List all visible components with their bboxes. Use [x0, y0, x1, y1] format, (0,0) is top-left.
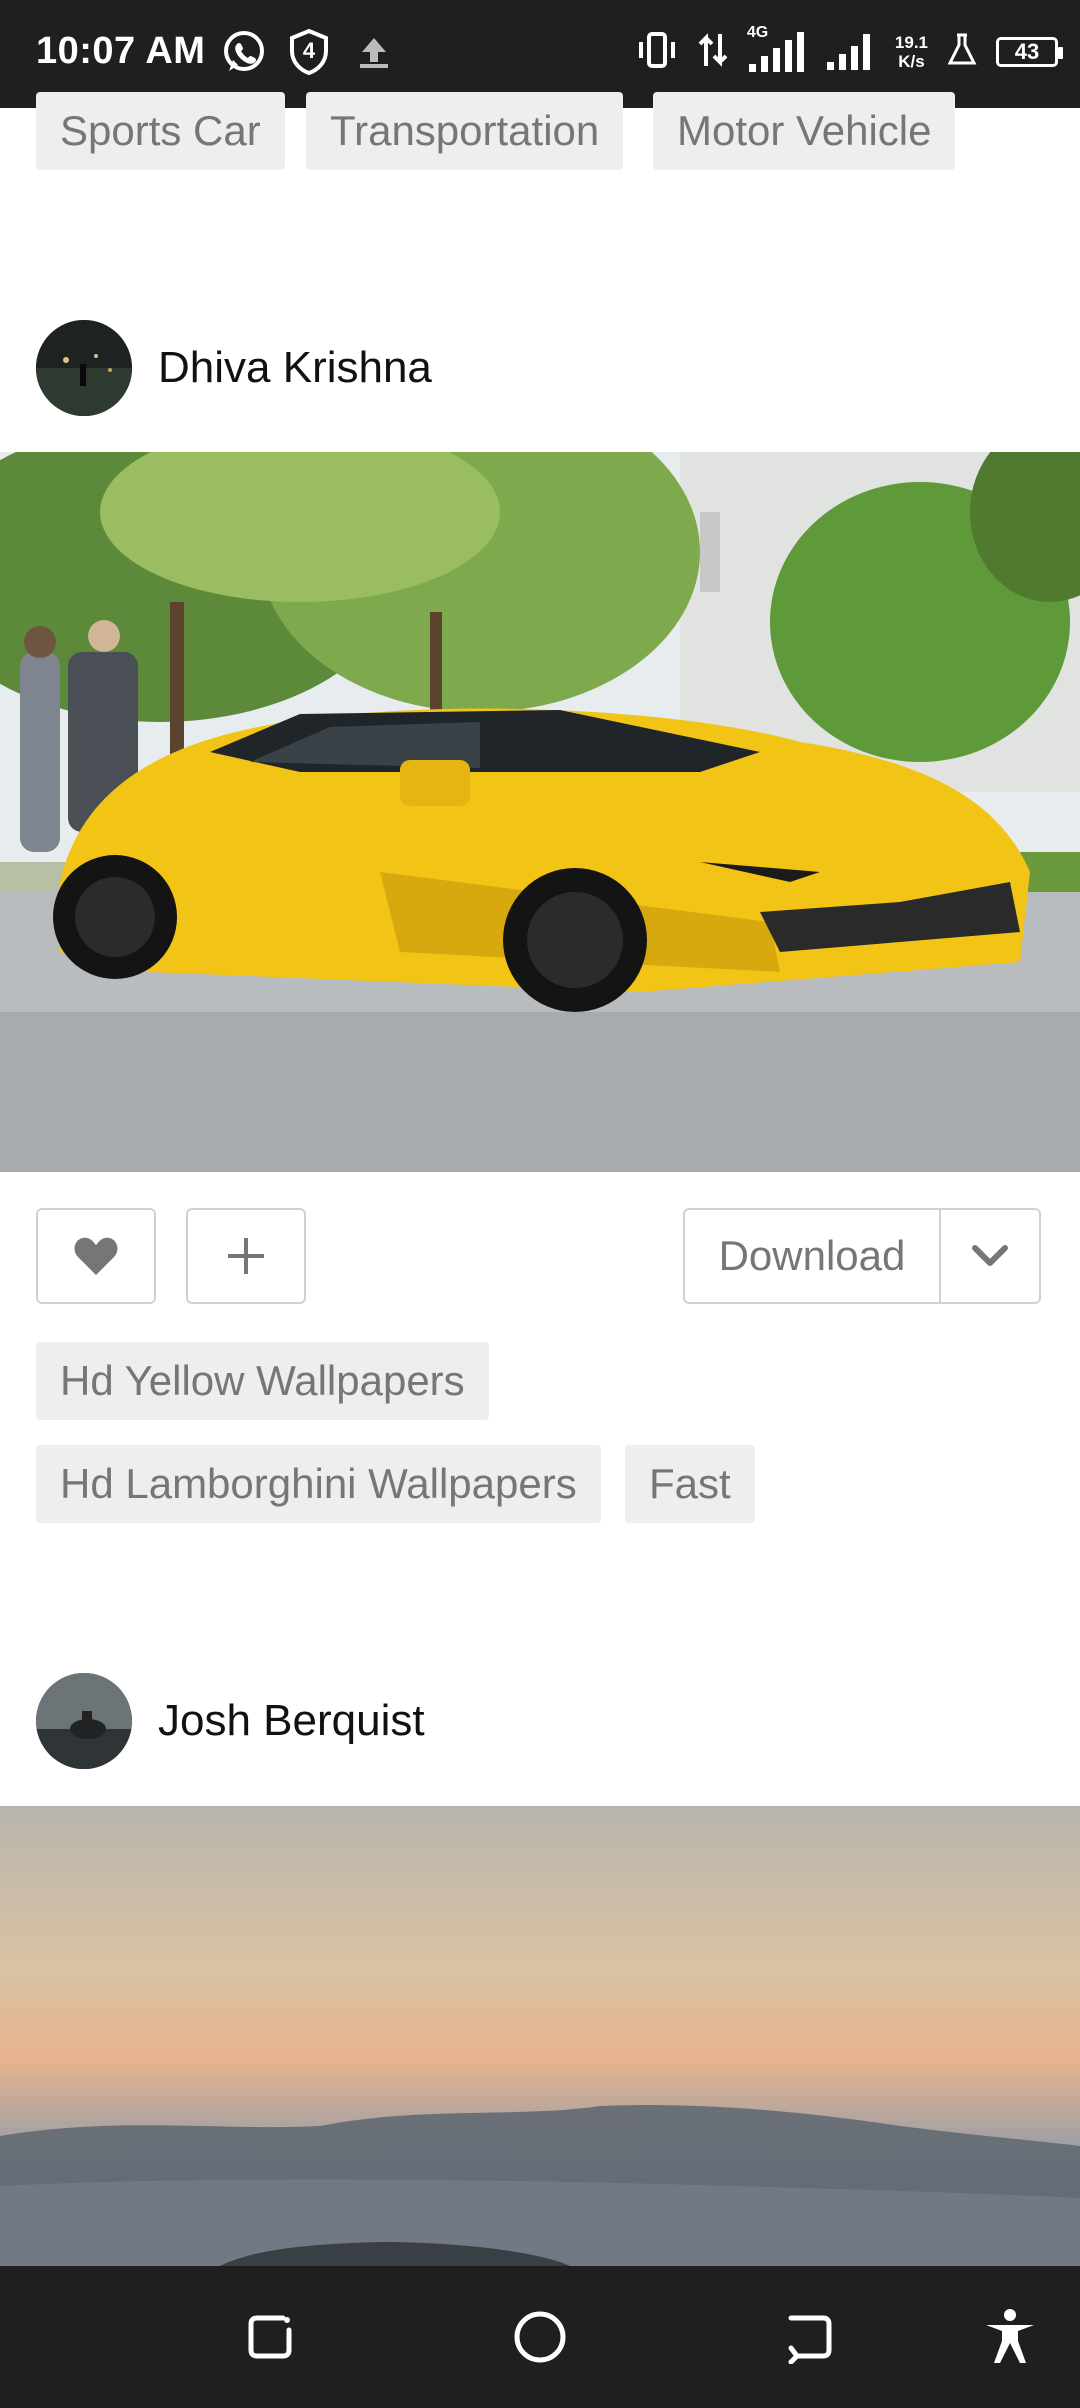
tag-fast[interactable]: Fast [625, 1445, 755, 1523]
avatar[interactable] [36, 320, 132, 416]
accessibility-icon [986, 2309, 1034, 2363]
shield-number: 4 [302, 38, 316, 63]
like-button[interactable] [36, 1208, 156, 1304]
battery-indicator: 43 [996, 37, 1063, 67]
accessibility-button[interactable] [977, 2304, 1043, 2370]
recent-apps-button[interactable] [237, 2304, 303, 2370]
signal-4g-icon: 4G [747, 24, 807, 74]
chevron-down-icon [972, 1245, 1008, 1266]
add-to-collection-button[interactable] [186, 1208, 306, 1304]
tag-hd-lamborghini-wallpapers[interactable]: Hd Lamborghini Wallpapers [36, 1445, 601, 1523]
home-button[interactable] [507, 2304, 573, 2370]
home-circle-icon [514, 2311, 566, 2363]
author-header[interactable]: Dhiva Krishna [36, 320, 432, 416]
tag-transportation[interactable]: Transportation [306, 92, 624, 170]
post-photo[interactable] [0, 452, 1080, 1172]
back-button[interactable] [777, 2304, 843, 2370]
upload-icon [352, 24, 396, 80]
post-photo[interactable] [0, 1806, 1080, 2266]
heart-icon [74, 1237, 118, 1275]
speed-unit: K/s [898, 52, 925, 71]
plus-icon [228, 1238, 264, 1274]
download-options-button[interactable] [941, 1210, 1039, 1302]
shield-icon: 4 [284, 24, 334, 80]
network-speed: 19.1 K/s [895, 33, 928, 71]
whatsapp-icon [218, 24, 270, 80]
flask-icon [946, 32, 978, 73]
tag-hd-yellow-wallpapers[interactable]: Hd Yellow Wallpapers [36, 1342, 489, 1420]
vibrate-icon [635, 30, 679, 75]
avatar[interactable] [36, 1673, 132, 1769]
navigation-bar [0, 2266, 1080, 2408]
speed-value: 19.1 [894, 33, 928, 52]
download-button-group[interactable]: Download [683, 1208, 1041, 1304]
author-header[interactable]: Josh Berquist [36, 1673, 425, 1769]
author-name[interactable]: Dhiva Krishna [158, 343, 432, 393]
tag-sports-car[interactable]: Sports Car [36, 92, 285, 170]
status-time: 10:07 AM [36, 30, 206, 72]
recents-icon [248, 2315, 292, 2359]
back-icon [788, 2315, 832, 2364]
signal-icon [825, 28, 877, 77]
tag-motor-vehicle[interactable]: Motor Vehicle [653, 92, 956, 170]
data-transfer-icon [697, 30, 729, 75]
download-button[interactable]: Download [685, 1210, 941, 1302]
status-right-group: 4G 19.1 K/s 43 [635, 22, 1063, 82]
author-name[interactable]: Josh Berquist [158, 1696, 425, 1746]
